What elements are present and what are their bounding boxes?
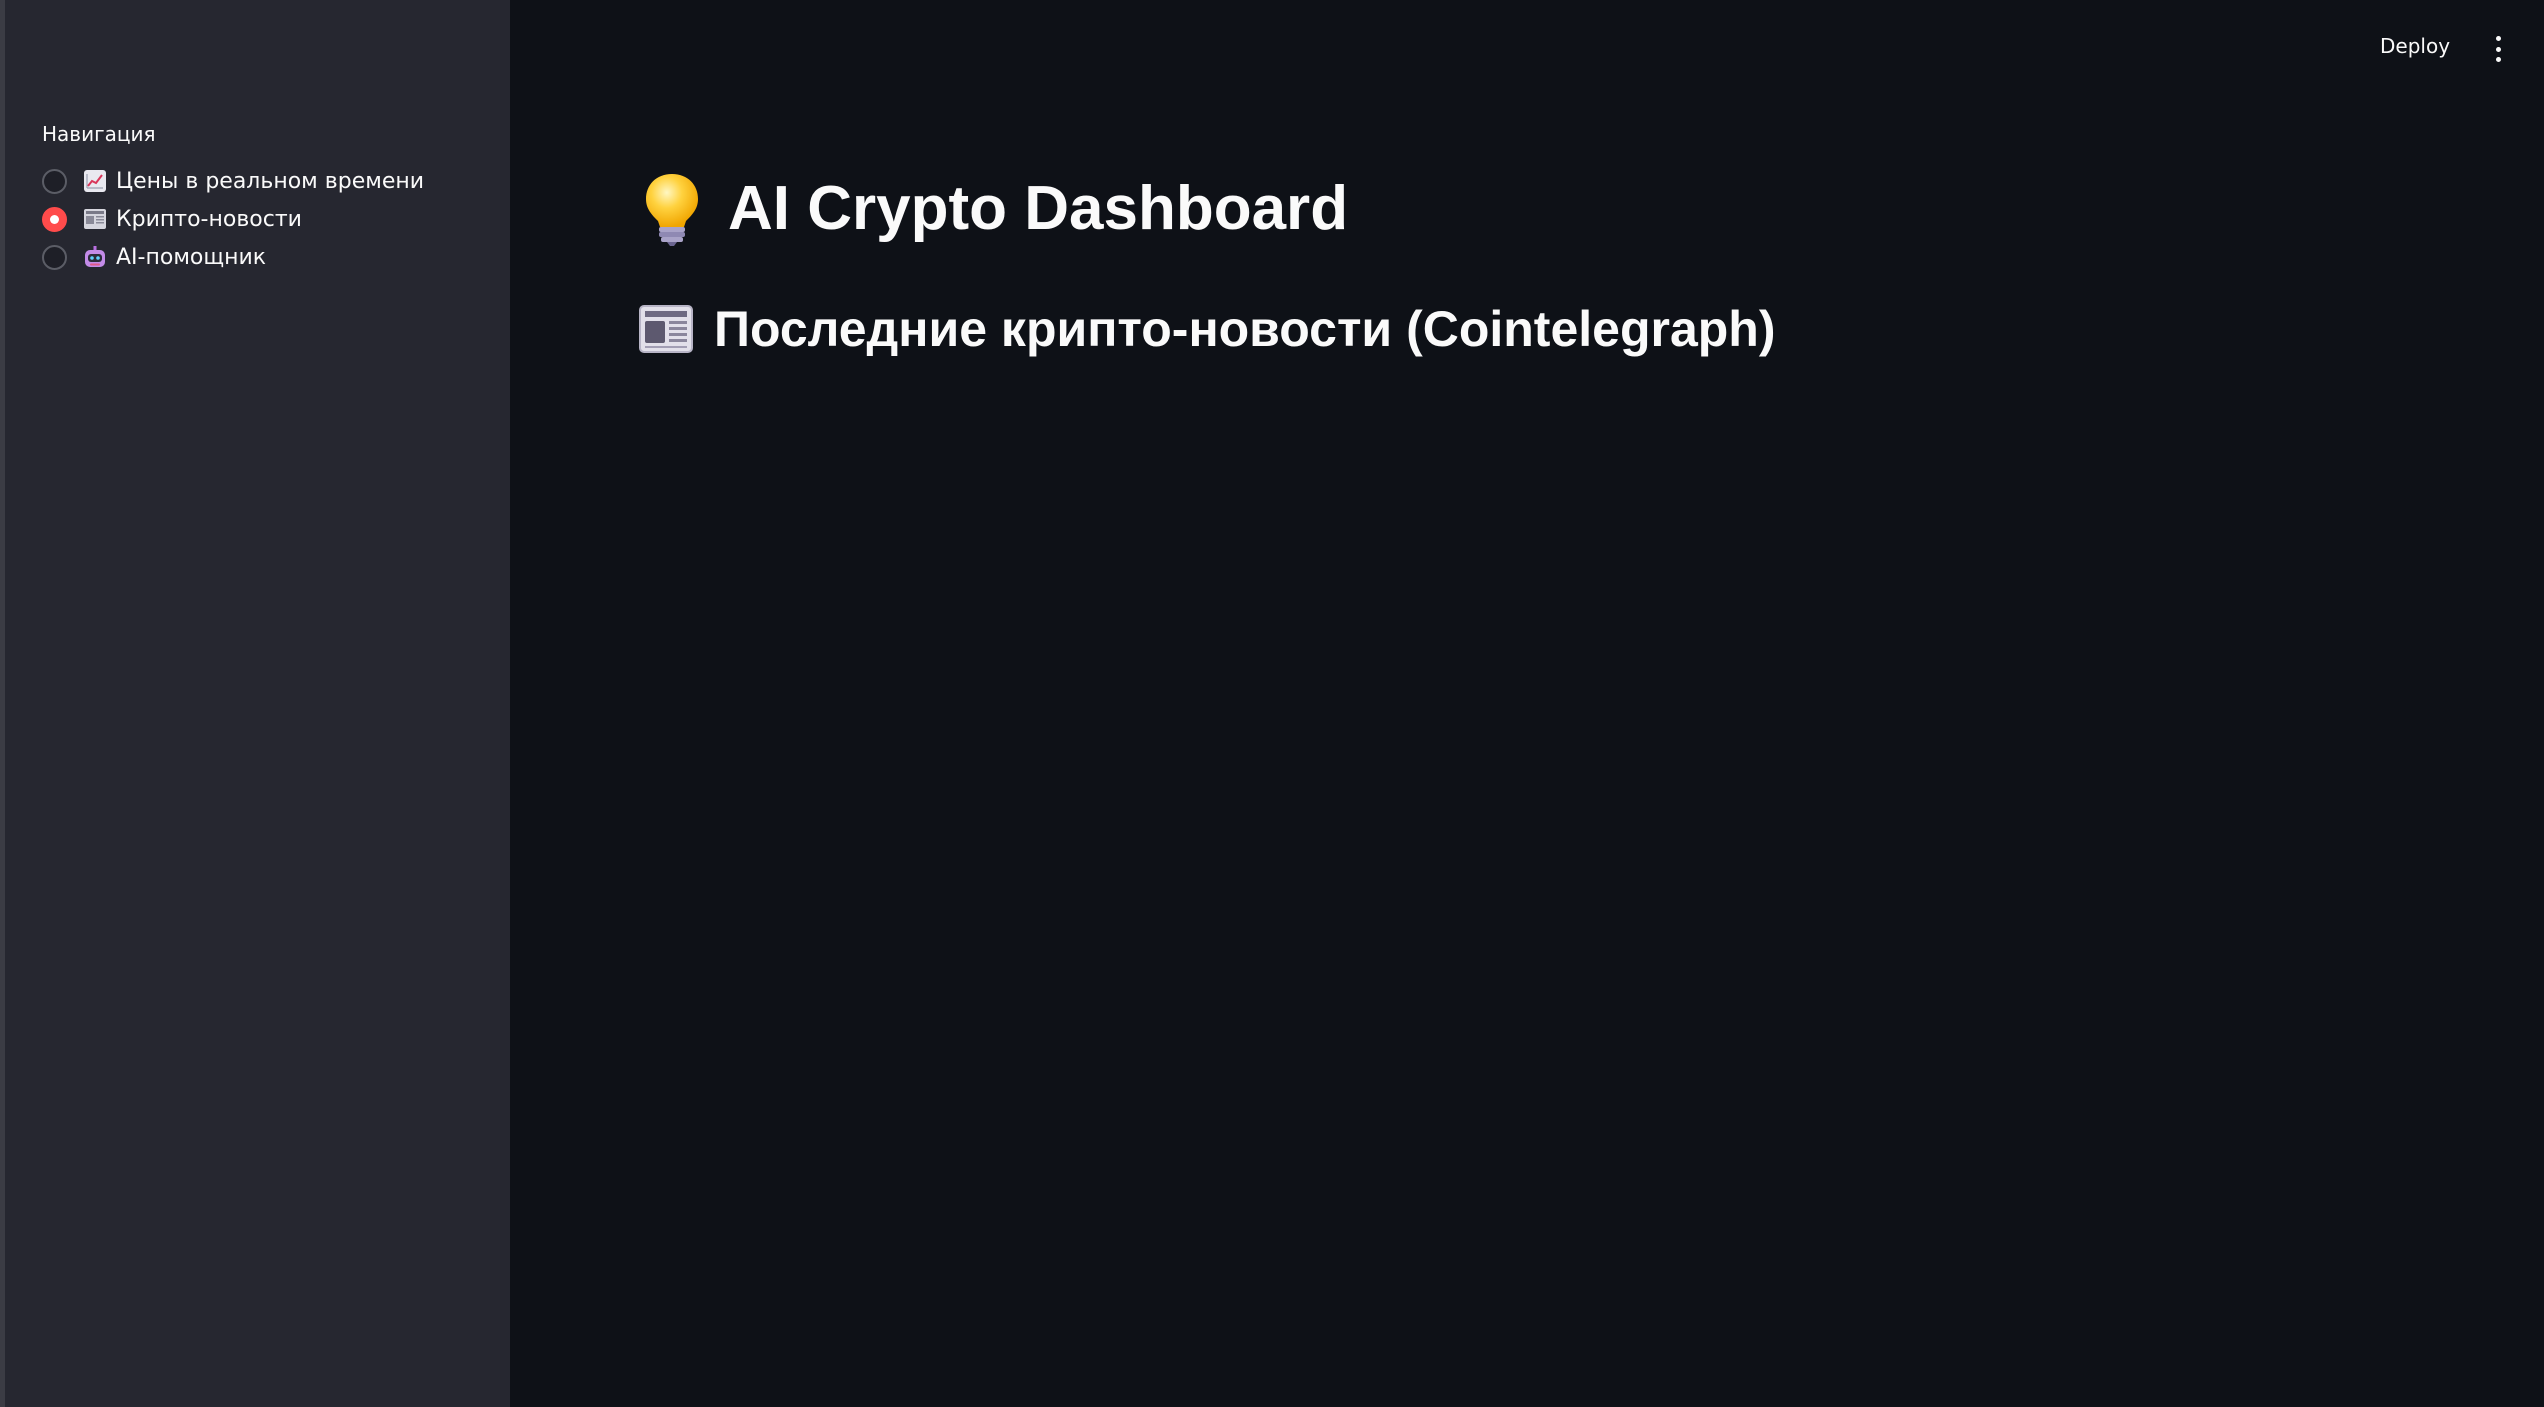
newspaper-icon: [81, 206, 108, 233]
section-subheader: Последние крипто-новости (Cointelegraph): [714, 301, 1776, 357]
kebab-dot: [2495, 36, 2501, 41]
radio-option-label: AI-помощник: [116, 244, 267, 270]
radio-option-label: Крипто-новости: [116, 206, 302, 232]
subheader-row: Последние крипто-новости (Cointelegraph): [638, 300, 1776, 358]
newspaper-icon: [638, 303, 694, 355]
radio-button[interactable]: [42, 168, 67, 194]
light-bulb-icon: [640, 170, 704, 246]
radio-option-ai-assistant[interactable]: AI-помощник: [42, 238, 424, 276]
kebab-dot: [2495, 57, 2501, 62]
navigation-radio-group: Цены в реальном времени Крипто-новости A…: [42, 162, 424, 276]
radio-button-selected[interactable]: [42, 206, 67, 232]
radio-option-realtime-prices[interactable]: Цены в реальном времени: [42, 162, 424, 200]
deploy-button[interactable]: Deploy: [2380, 34, 2450, 58]
kebab-dot: [2495, 46, 2501, 52]
radio-option-crypto-news[interactable]: Крипто-новости: [42, 200, 424, 238]
radio-button[interactable]: [42, 244, 67, 270]
page-title-row: AI Crypto Dashboard: [640, 170, 1348, 246]
navigation-label: Навигация: [42, 122, 156, 146]
radio-option-label: Цены в реальном времени: [116, 168, 425, 194]
chart-increasing-icon: [81, 168, 108, 195]
sidebar: Навигация Цены в реальном времени Крипто…: [0, 0, 510, 1407]
robot-icon: [81, 244, 108, 271]
kebab-menu-icon[interactable]: [2488, 36, 2508, 62]
app-root: Навигация Цены в реальном времени Крипто…: [0, 0, 2544, 1407]
page-title: AI Crypto Dashboard: [728, 173, 1349, 243]
